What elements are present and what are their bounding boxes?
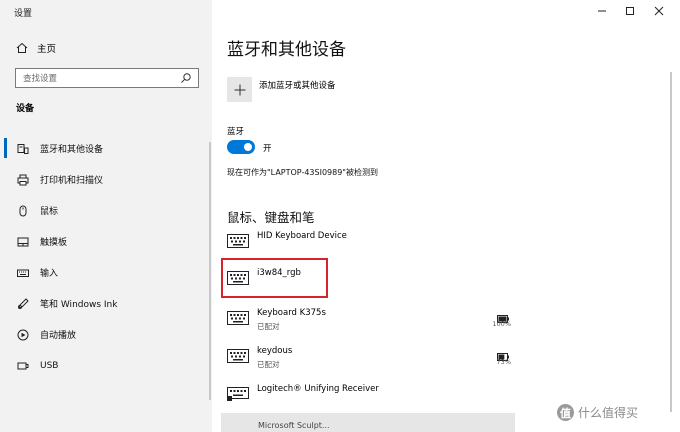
printer-icon xyxy=(17,174,29,186)
battery-percent: 100% xyxy=(492,320,511,328)
highlight-annotation-box xyxy=(221,258,328,298)
touchpad-icon xyxy=(17,236,29,248)
minimize-button[interactable] xyxy=(588,3,616,19)
battery-icon xyxy=(497,346,509,361)
sidebar-item-usb[interactable]: USB xyxy=(0,350,212,381)
watermark-text: 什么值得买 xyxy=(578,406,639,420)
sidebar-item-label: 打印机和扫描仪 xyxy=(40,176,104,186)
sidebar-item-label: 蓝牙和其他设备 xyxy=(40,145,104,155)
page-title: 蓝牙和其他设备 xyxy=(227,40,346,60)
search-placeholder: 查找设置 xyxy=(23,74,58,84)
device-status: 已配对 xyxy=(257,322,280,331)
battery-percent: 73% xyxy=(496,358,511,366)
sidebar-item-printers[interactable]: 打印机和扫描仪 xyxy=(0,164,212,195)
battery-icon xyxy=(497,308,509,323)
maximize-button[interactable] xyxy=(616,3,644,19)
minimize-icon xyxy=(598,10,606,12)
keyboard-icon xyxy=(227,233,249,248)
device-name-partial: Microsoft Sculpt... xyxy=(258,421,330,430)
device-name: Logitech® Unifying Receiver xyxy=(257,384,379,394)
discoverable-text: 现在可作为"LAPTOP-43SI0989"被检测到 xyxy=(227,168,378,177)
bluetooth-toggle[interactable] xyxy=(227,140,255,154)
watermark: 值 什么值得买 xyxy=(557,404,638,421)
home-label: 主页 xyxy=(37,44,57,55)
keyboard-icon xyxy=(227,348,249,363)
device-name: HID Keyboard Device xyxy=(257,231,347,241)
device-item[interactable]: keydous 已配对 73% xyxy=(227,346,517,370)
search-icon[interactable] xyxy=(180,72,192,84)
bluetooth-label: 蓝牙 xyxy=(227,127,245,137)
close-button[interactable] xyxy=(645,3,673,19)
sidebar-nav: 蓝牙和其他设备 打印机和扫描仪 鼠标 触摸板 输入 笔和 Windows Ink… xyxy=(0,133,212,381)
sidebar-item-bluetooth[interactable]: 蓝牙和其他设备 xyxy=(0,133,212,164)
device-name: keydous xyxy=(257,346,293,356)
home-icon xyxy=(16,42,28,54)
group-title-input-devices: 鼠标、键盘和笔 xyxy=(227,210,315,225)
sidebar-item-mouse[interactable]: 鼠标 xyxy=(0,195,212,226)
pen-icon xyxy=(17,297,29,310)
sidebar-item-label: 自动播放 xyxy=(40,331,77,341)
sidebar-item-label: USB xyxy=(40,360,59,371)
add-device-button[interactable] xyxy=(227,77,252,102)
device-name: Keyboard K375s xyxy=(257,308,326,318)
sidebar: 设置 主页 查找设置 设备 蓝牙和其他设备 打印机和扫描仪 鼠标 触摸板 输入 … xyxy=(0,0,212,432)
toggle-knob xyxy=(244,143,252,151)
window-title: 设置 xyxy=(14,9,33,19)
sidebar-item-autoplay[interactable]: 自动播放 xyxy=(0,319,212,350)
sidebar-item-label: 鼠标 xyxy=(40,207,59,217)
watermark-badge: 值 xyxy=(557,404,574,421)
device-item[interactable]: HID Keyboard Device xyxy=(227,231,517,253)
bluetooth-toggle-state: 开 xyxy=(263,144,272,154)
sidebar-item-label: 笔和 Windows Ink xyxy=(40,300,118,310)
sidebar-scrollbar[interactable] xyxy=(209,142,211,400)
receiver-keyboard-icon xyxy=(227,386,249,401)
keyboard-icon xyxy=(17,267,29,279)
maximize-icon xyxy=(626,7,634,15)
device-status: 已配对 xyxy=(257,360,280,369)
sidebar-item-label: 触摸板 xyxy=(40,238,68,248)
home-link[interactable]: 主页 xyxy=(16,40,56,56)
sidebar-item-typing[interactable]: 输入 xyxy=(0,257,212,288)
mouse-icon xyxy=(17,205,29,217)
plus-icon xyxy=(234,84,245,95)
autoplay-icon xyxy=(17,329,29,341)
device-item[interactable]: Logitech® Unifying Receiver xyxy=(227,384,517,404)
sidebar-item-label: 输入 xyxy=(40,269,59,279)
section-label-devices: 设备 xyxy=(16,104,35,114)
search-input[interactable]: 查找设置 xyxy=(15,68,199,88)
main-scrollbar[interactable] xyxy=(670,72,672,412)
close-icon xyxy=(654,6,664,16)
keyboard-icon xyxy=(227,310,249,325)
add-device-label[interactable]: 添加蓝牙或其他设备 xyxy=(259,79,336,91)
bluetooth-devices-icon xyxy=(17,143,29,155)
sidebar-item-touchpad[interactable]: 触摸板 xyxy=(0,226,212,257)
device-item[interactable]: Keyboard K375s 已配对 100% xyxy=(227,308,517,332)
sidebar-item-pen[interactable]: 笔和 Windows Ink xyxy=(0,288,212,319)
usb-icon xyxy=(17,360,29,372)
